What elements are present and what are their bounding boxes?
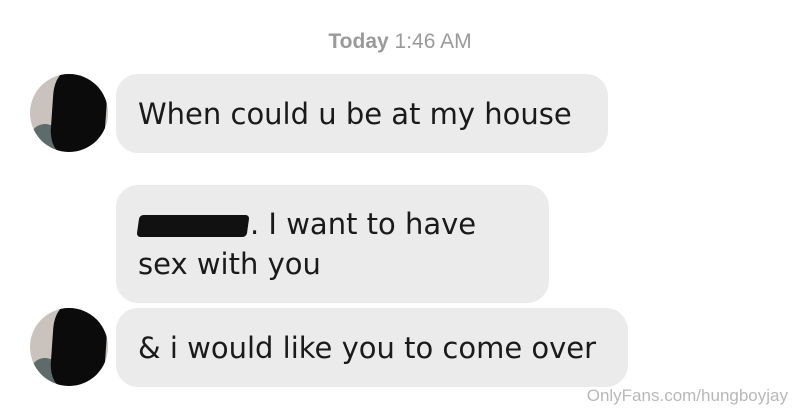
message-bubble[interactable]: . I want to have sex with you — [116, 185, 549, 303]
redacted-name — [136, 215, 250, 237]
message-text: & i would like you to come over — [138, 330, 597, 365]
timestamp-time: 1:46 AM — [394, 30, 472, 53]
timestamp-day: Today — [328, 30, 389, 53]
watermark: OnlyFans.com/hungboyjay — [586, 386, 788, 405]
message-text: When could u be at my house — [138, 96, 572, 131]
message-timestamp: Today 1:46 AM — [0, 30, 800, 54]
sender-avatar[interactable] — [30, 308, 108, 386]
sender-avatar[interactable] — [30, 74, 108, 152]
message-bubble[interactable]: When could u be at my house — [116, 74, 608, 153]
message-bubble[interactable]: & i would like you to come over — [116, 308, 628, 387]
avatar-redaction — [49, 308, 108, 386]
avatar-redaction — [49, 74, 108, 152]
